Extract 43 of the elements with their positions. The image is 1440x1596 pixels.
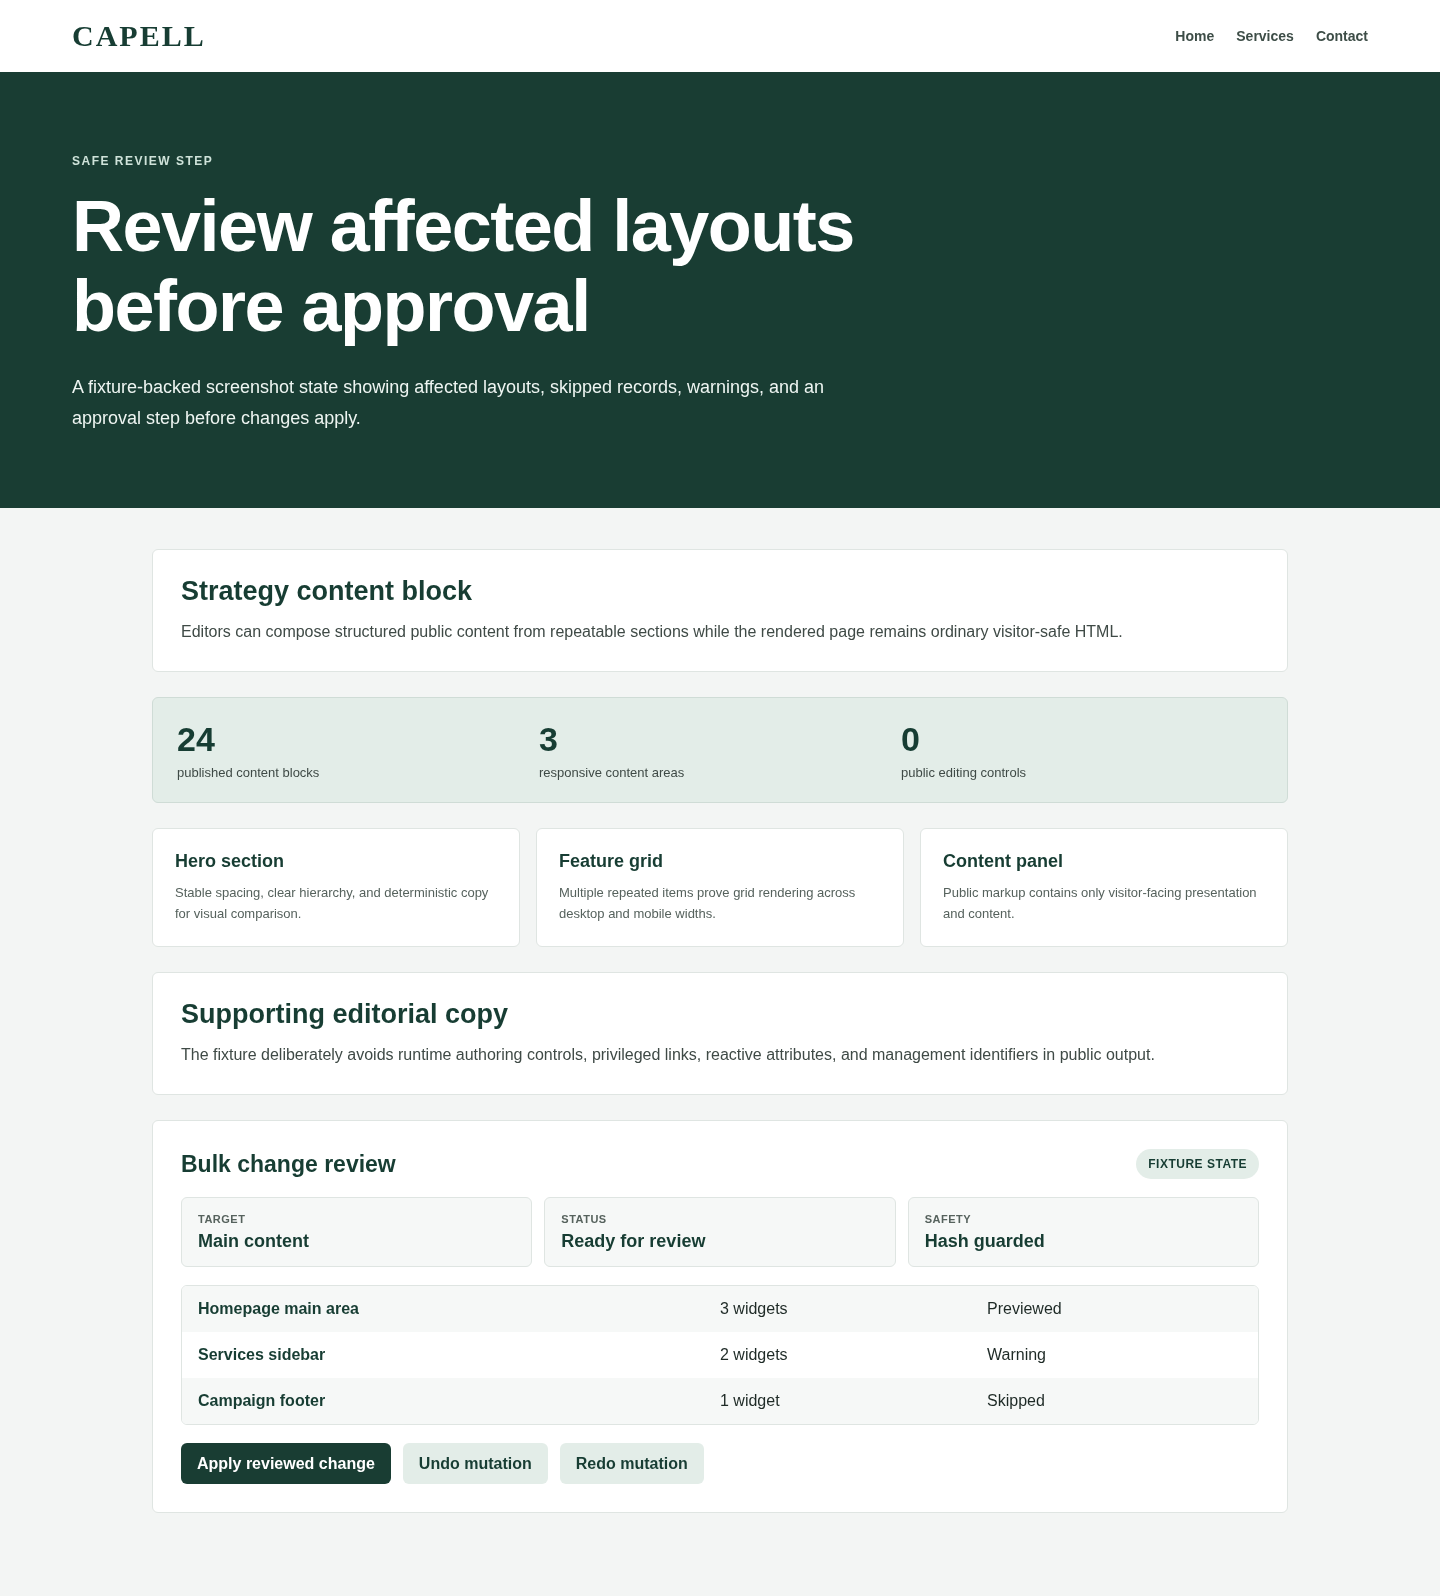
table-cell-text: Campaign footer xyxy=(198,1392,327,1410)
stat-value: 0 xyxy=(901,720,921,759)
card-title: Strategy content block xyxy=(181,576,474,607)
stat-label: responsive content areas xyxy=(539,765,686,780)
feature-title: Feature grid xyxy=(559,851,665,872)
stat-value: 24 xyxy=(177,720,216,759)
fact-label: SAFETY xyxy=(924,1213,973,1225)
hero-text: A fixture-backed screenshot state showing affected layouts, skipped records, warnings, and an approval step before changes apply. xyxy=(72,376,826,430)
fact-value: Ready for review xyxy=(561,1231,707,1252)
stat-value: 3 xyxy=(539,720,559,759)
stat-label: public editing controls xyxy=(901,765,1028,780)
table-cell-text: 2 widgets xyxy=(720,1346,789,1364)
hero-title: Review affected layouts before approval xyxy=(72,186,855,346)
review-title: Bulk change review xyxy=(181,1150,396,1178)
nav-link[interactable]: Home xyxy=(1175,28,1215,44)
fixture-badge: FIXTURE STATE xyxy=(1136,1149,1259,1179)
feature-text: Multiple repeated items prove grid rendering across desktop and mobile widths. xyxy=(559,884,857,923)
table-cell-text: 3 widgets xyxy=(720,1300,789,1318)
table-cell-text: Skipped xyxy=(987,1392,1046,1410)
feature-title: Hero section xyxy=(175,851,286,872)
card-text: Editors can compose structured public content from repeatable sections while the rendered page remains ordinary visitor-safe HTML. xyxy=(181,623,1124,641)
brand-logo[interactable]: CAPELL xyxy=(72,19,206,53)
feature-title: Content panel xyxy=(943,851,1064,872)
fact-label: STATUS xyxy=(561,1213,608,1225)
feature-text: Public markup contains only visitor-facing presentation and content. xyxy=(943,884,1258,923)
table-cell-text: 1 widget xyxy=(720,1392,781,1410)
hero-eyebrow: SAFE REVIEW STEP xyxy=(72,154,215,168)
action-button[interactable]: Redo mutation xyxy=(559,1443,704,1484)
action-button[interactable]: Undo mutation xyxy=(402,1443,548,1484)
feature-text: Stable spacing, clear hierarchy, and deterministic copy for visual comparison. xyxy=(175,884,490,923)
fact-label: TARGET xyxy=(198,1213,247,1225)
action-button[interactable]: Apply reviewed change xyxy=(181,1443,391,1484)
card-title: Supporting editorial copy xyxy=(181,999,509,1030)
fact-value: Hash guarded xyxy=(924,1231,1046,1252)
card-text: The fixture deliberately avoids runtime authoring controls, privileged links, reactive attributes, and management identifiers in public output. xyxy=(181,1046,1156,1064)
table-cell-text: Services sidebar xyxy=(198,1346,327,1364)
nav-link[interactable]: Contact xyxy=(1315,28,1368,44)
table-cell-text: Warning xyxy=(987,1346,1047,1364)
table-cell-text: Homepage main area xyxy=(198,1300,360,1318)
nav-link[interactable]: Services xyxy=(1236,28,1294,44)
stat-label: published content blocks xyxy=(177,765,321,780)
fact-value: Main content xyxy=(198,1231,310,1252)
table-cell-text: Previewed xyxy=(987,1300,1063,1318)
